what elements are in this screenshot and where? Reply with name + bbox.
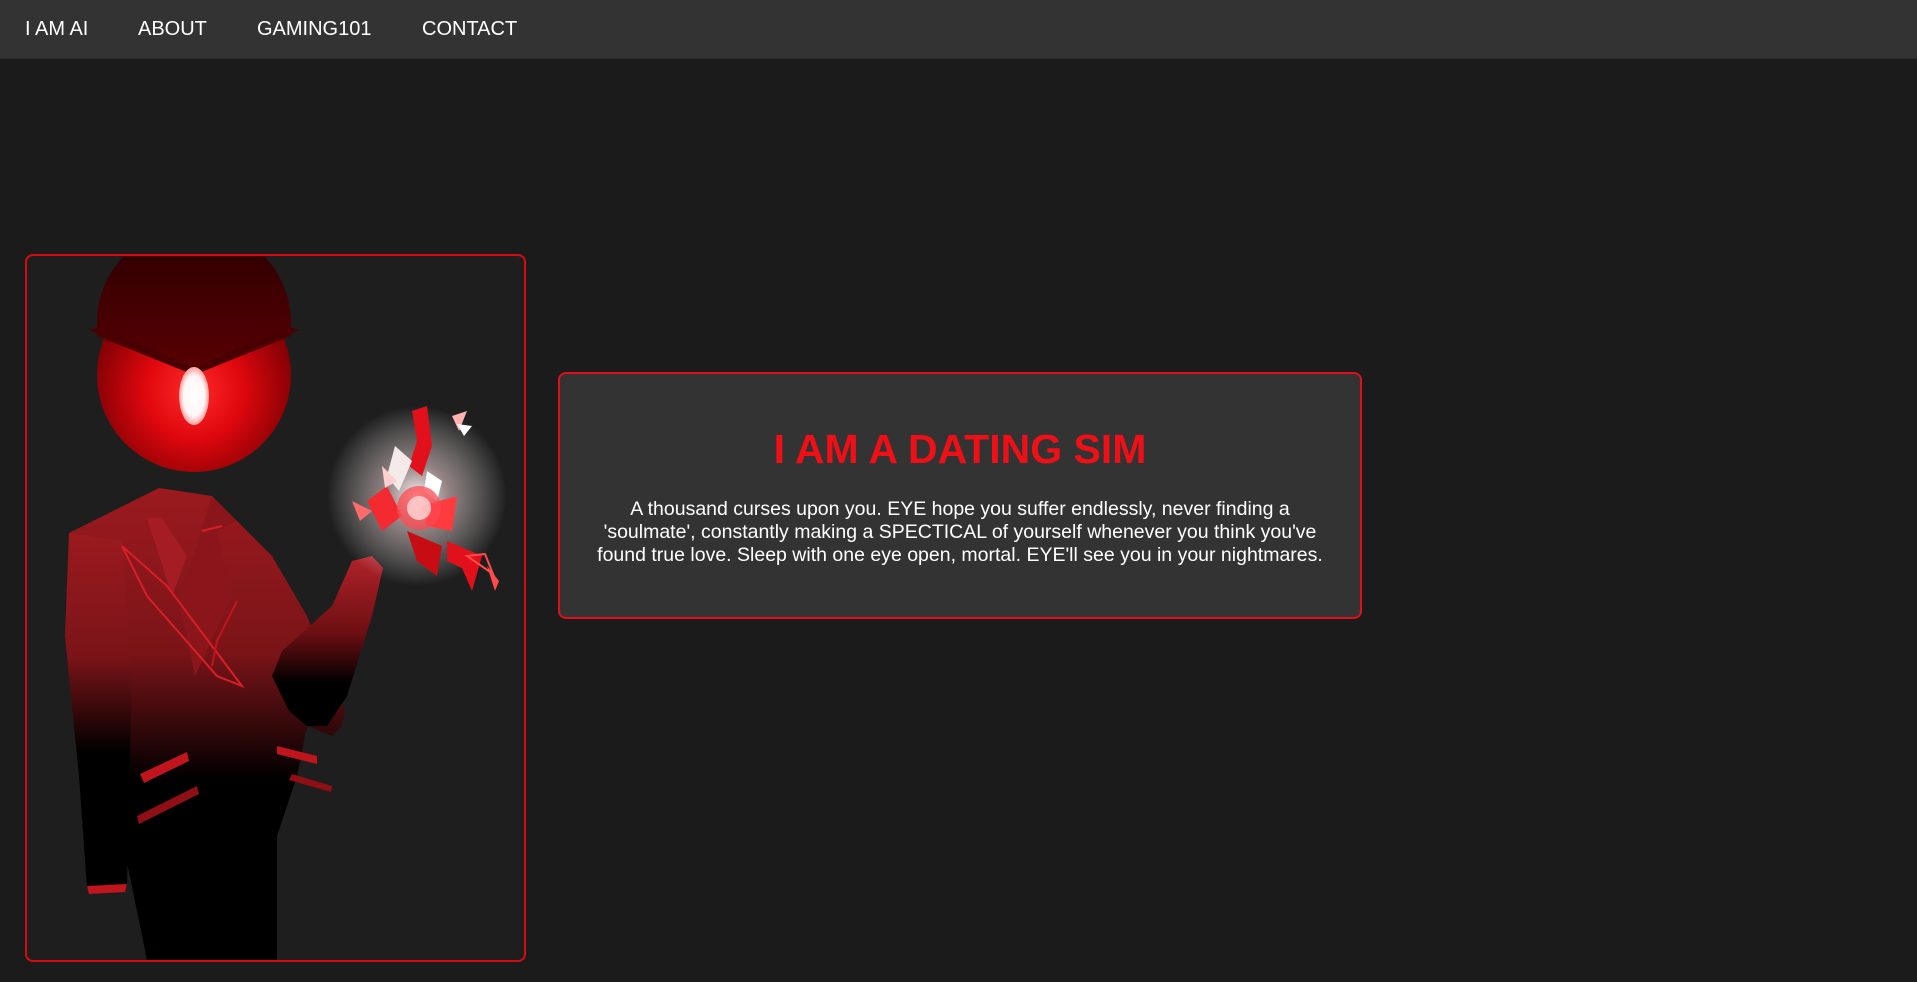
- red-eye-figure-illustration: [65, 256, 507, 960]
- nav-about-link[interactable]: ABOUT: [138, 0, 207, 58]
- nav-gaming101-link[interactable]: GAMING101: [257, 0, 371, 58]
- intro-text: A thousand curses upon you. EYE hope you…: [597, 498, 1323, 566]
- page-title: I AM A DATING SIM: [773, 426, 1147, 472]
- portrait-card: [25, 254, 526, 962]
- top-navbar: I AM AI ABOUT GAMING101 CONTACT: [0, 0, 1917, 59]
- nav-contact-link[interactable]: CONTACT: [422, 0, 517, 58]
- intro-card: I AM A DATING SIM A thousand curses upon…: [558, 372, 1362, 619]
- nav-home-link[interactable]: I AM AI: [25, 0, 88, 58]
